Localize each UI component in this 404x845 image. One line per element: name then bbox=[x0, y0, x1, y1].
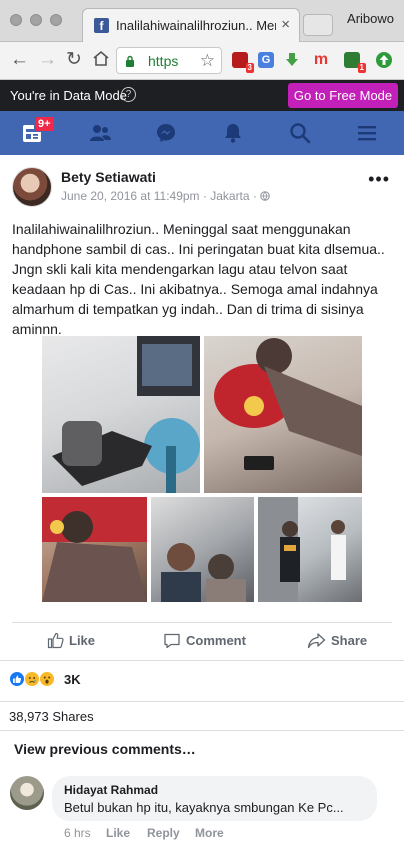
extension-badge: 3 bbox=[245, 63, 254, 73]
m-extension-icon[interactable]: m bbox=[313, 52, 329, 68]
commenter-avatar[interactable] bbox=[10, 776, 44, 810]
like-reaction-icon bbox=[9, 671, 25, 687]
post-photo-2[interactable] bbox=[204, 336, 362, 493]
comment-reply-link[interactable]: Reply bbox=[147, 826, 180, 840]
share-arrow-icon bbox=[307, 633, 326, 649]
window-close-button[interactable] bbox=[10, 14, 22, 26]
notification-count-badge: 9+ bbox=[34, 116, 55, 132]
download-arrow-icon[interactable] bbox=[284, 52, 300, 68]
post-photo-1[interactable] bbox=[42, 336, 200, 493]
post-photo-5[interactable] bbox=[258, 497, 362, 602]
upload-icon[interactable] bbox=[376, 52, 392, 68]
reload-icon[interactable]: ↻ bbox=[66, 50, 82, 70]
post-photo-4[interactable] bbox=[151, 497, 254, 602]
comment-button[interactable]: Comment bbox=[163, 633, 246, 649]
post-meta: June 20, 2016 at 11:49pm · Jakarta · bbox=[61, 189, 271, 203]
comment-label: Comment bbox=[186, 633, 246, 648]
menu-icon bbox=[358, 126, 376, 141]
post-photo-3[interactable] bbox=[42, 497, 147, 602]
search-icon bbox=[290, 123, 311, 144]
help-icon[interactable]: ? bbox=[121, 87, 136, 102]
forward-arrow-icon[interactable]: → bbox=[38, 50, 57, 70]
window-zoom-button[interactable] bbox=[50, 14, 62, 26]
like-button[interactable]: Like bbox=[47, 632, 96, 649]
comment-time[interactable]: 6 hrs bbox=[64, 826, 91, 840]
reactions-row[interactable]: 3K bbox=[0, 660, 404, 700]
commenter-name[interactable]: Hidayat Rahmad bbox=[64, 783, 158, 797]
messenger-tab[interactable] bbox=[134, 111, 201, 155]
back-arrow-icon[interactable]: ← bbox=[10, 50, 29, 70]
address-bar[interactable]: https ☆ bbox=[116, 47, 222, 74]
share-button[interactable]: Share bbox=[307, 633, 368, 649]
data-mode-bar: You're in Data Mode ? Go to Free Mode bbox=[0, 80, 404, 111]
new-tab-button[interactable] bbox=[303, 14, 333, 36]
lock-icon bbox=[126, 55, 134, 67]
comment-text: Betul bukan hp itu, kayaknya smbungan Ke… bbox=[64, 800, 344, 815]
search-tab[interactable] bbox=[268, 111, 335, 155]
sad-reaction-icon bbox=[24, 671, 40, 687]
green-extension-icon[interactable]: 1 bbox=[344, 52, 366, 73]
comment-like-link[interactable]: Like bbox=[106, 826, 130, 840]
data-mode-text: You're in Data Mode bbox=[10, 88, 127, 103]
tab-close-icon[interactable]: × bbox=[281, 16, 290, 33]
post-timestamp-location[interactable]: June 20, 2016 at 11:49pm · Jakarta · bbox=[61, 189, 260, 203]
url-text: https bbox=[148, 53, 179, 69]
facebook-nav-bar: 9+ bbox=[0, 111, 404, 155]
post-author-name[interactable]: Bety Setiawati bbox=[61, 169, 156, 185]
menu-tab[interactable] bbox=[335, 111, 402, 155]
comment-bubble-icon bbox=[164, 633, 180, 649]
free-mode-button[interactable]: Go to Free Mode bbox=[288, 83, 398, 108]
post-text: Inalilahiwainalilhroziun.. Meninggal saa… bbox=[12, 221, 385, 337]
ublock-icon[interactable]: 3 bbox=[232, 52, 254, 73]
home-icon[interactable] bbox=[92, 50, 110, 72]
friends-icon bbox=[90, 125, 111, 141]
messenger-icon bbox=[157, 124, 175, 142]
shares-count: 38,973 Shares bbox=[9, 709, 94, 724]
thumbs-up-icon bbox=[47, 632, 64, 649]
browser-toolbar: ← → ↻ https ☆ 3Gm 1 bbox=[0, 42, 404, 80]
comment-more-link[interactable]: More bbox=[195, 826, 224, 840]
comment-bubble[interactable]: Hidayat Rahmad Betul bukan hp itu, kayak… bbox=[52, 776, 377, 821]
bookmark-star-icon[interactable]: ☆ bbox=[200, 51, 215, 71]
like-label: Like bbox=[69, 633, 96, 648]
browser-tab-strip: f Inalilahiwainalilhroziun.. Meni × Arib… bbox=[0, 0, 404, 42]
translate-icon[interactable]: G bbox=[258, 52, 274, 68]
browser-profile-name[interactable]: Aribowo bbox=[347, 11, 394, 26]
window-minimize-button[interactable] bbox=[30, 14, 42, 26]
news-feed-tab[interactable]: 9+ bbox=[0, 111, 67, 155]
friends-tab[interactable] bbox=[67, 111, 134, 155]
notifications-tab[interactable] bbox=[201, 111, 268, 155]
extension-badge: 1 bbox=[357, 63, 366, 73]
share-label: Share bbox=[331, 633, 368, 648]
shares-row[interactable]: 38,973 Shares bbox=[0, 701, 404, 731]
wow-reaction-icon bbox=[39, 671, 55, 687]
browser-tab[interactable]: f Inalilahiwainalilhroziun.. Meni × bbox=[82, 8, 300, 42]
view-previous-comments-link[interactable]: View previous comments… bbox=[14, 741, 196, 757]
post-options-icon[interactable]: ••• bbox=[368, 169, 390, 190]
post-actions: Like Comment Share bbox=[0, 623, 404, 659]
author-avatar[interactable] bbox=[12, 167, 52, 207]
notifications-bell-icon bbox=[225, 124, 241, 143]
public-globe-icon bbox=[260, 191, 271, 201]
post-header: Bety Setiawati June 20, 2016 at 11:49pm … bbox=[0, 155, 404, 207]
reactions-count: 3K bbox=[64, 672, 81, 687]
facebook-favicon-icon: f bbox=[94, 18, 109, 33]
tab-title: Inalilahiwainalilhroziun.. Meni bbox=[116, 18, 276, 33]
